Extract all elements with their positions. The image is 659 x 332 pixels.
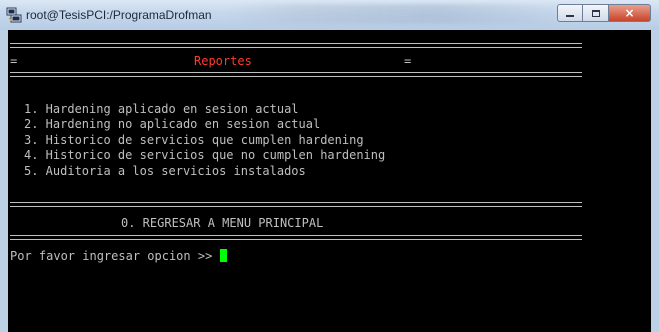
separator-rule <box>10 202 582 207</box>
header-right-border: = <box>404 54 412 68</box>
maximize-icon <box>591 9 600 17</box>
title-bar-blur <box>230 4 575 24</box>
separator-rule <box>10 43 582 48</box>
separator-rule <box>10 72 582 77</box>
terminal-screen[interactable]: = Reportes = 1. Hardening aplicado en se… <box>8 30 651 332</box>
maximize-button[interactable] <box>583 4 609 22</box>
menu-option-4: 4. Historico de servicios que no cumplen… <box>24 148 386 162</box>
back-option: 0. REGRESAR A MENU PRINCIPAL <box>121 216 324 230</box>
menu-option-5: 5. Auditoria a los servicios instalados <box>24 164 306 178</box>
menu-option-3: 3. Historico de servicios que cumplen ha… <box>24 133 364 147</box>
header-left-border: = <box>10 54 18 68</box>
minimize-button[interactable] <box>557 4 583 22</box>
terminal-window: root@TesisPCI:/ProgramaDrofman × = Repor… <box>0 0 659 332</box>
window-controls: × <box>557 4 651 24</box>
title-bar[interactable]: root@TesisPCI:/ProgramaDrofman × <box>0 0 659 30</box>
close-button[interactable]: × <box>609 4 651 22</box>
menu-option-1: 1. Hardening aplicado en sesion actual <box>24 102 299 116</box>
minimize-icon <box>566 15 574 17</box>
text-cursor[interactable] <box>219 249 227 262</box>
window-title: root@TesisPCI:/ProgramaDrofman <box>26 8 212 22</box>
menu-option-2: 2. Hardening no aplicado en sesion actua… <box>24 117 321 131</box>
prompt-text: Por favor ingresar opcion >> <box>10 249 220 263</box>
putty-icon[interactable] <box>6 7 22 23</box>
command-prompt: Por favor ingresar opcion >> <box>10 249 227 263</box>
close-icon: × <box>624 6 635 20</box>
separator-rule <box>10 235 582 240</box>
menu-title: Reportes <box>194 54 252 68</box>
